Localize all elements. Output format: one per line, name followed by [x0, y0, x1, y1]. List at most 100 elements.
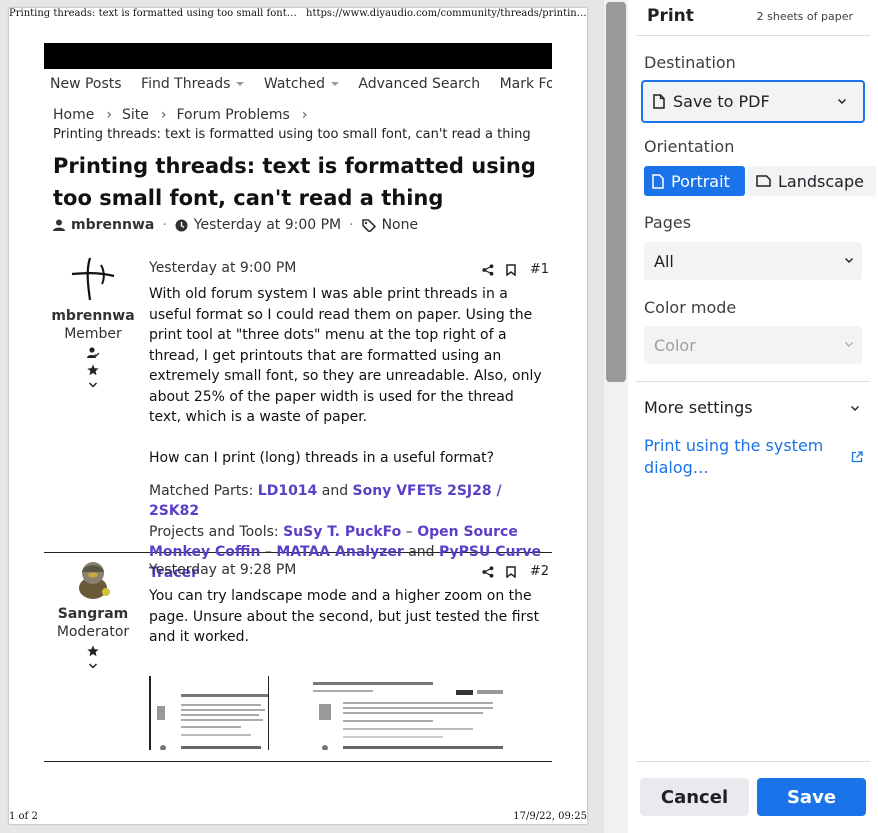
caret-down-icon [330, 82, 339, 86]
thumbnail-image [157, 694, 268, 750]
portrait-icon [652, 173, 664, 189]
chevron-right-icon: › [106, 107, 112, 123]
post-user-role: Member [64, 326, 122, 342]
post-number: #2 [529, 564, 549, 579]
star-icon [87, 645, 99, 657]
print-preview-area: Printing threads: text is formatted usin… [0, 0, 604, 833]
system-dialog-link[interactable]: Print using the system dialog… [644, 435, 844, 479]
breadcrumb-site: Site [121, 107, 149, 123]
print-header-url: https://www.diyaudio.com/community/threa… [306, 8, 587, 19]
pages-label: Pages [644, 213, 692, 232]
destination-label: Destination [644, 53, 736, 72]
nav-mark-forums-read: Mark Forums R [499, 76, 552, 92]
print-header-title: Printing threads: text is formatted usin… [9, 8, 299, 19]
nav-watched: Watched [264, 76, 339, 92]
open-in-new-icon[interactable] [851, 451, 863, 463]
chevron-down-icon [845, 342, 853, 347]
post-actions: #1 [470, 262, 549, 277]
file-icon [653, 94, 665, 109]
post-text: You can try landscape mode and a higher … [149, 588, 540, 645]
nav-find-threads: Find Threads [141, 76, 245, 92]
breadcrumb-home: Home [53, 107, 95, 123]
post-user-name: mbrennwa [51, 308, 135, 324]
sig-label: Projects and Tools: [149, 523, 279, 540]
user-icon [53, 219, 65, 231]
chevron-down-icon [838, 98, 846, 104]
nav-new-posts: New Posts [50, 76, 122, 92]
sig-label: Matched Parts: [149, 482, 254, 499]
post-number: #1 [529, 262, 549, 277]
orientation-toggle: Portrait Landscape [644, 166, 876, 196]
chevron-down-icon [851, 405, 859, 411]
chevron-right-icon: › [160, 107, 167, 123]
thread-title: Printing threads: text is formatted usin… [53, 154, 536, 210]
sig-link: SuSy T. PuckFo [283, 523, 402, 540]
user-check-icon [87, 347, 99, 358]
more-settings-label: More settings [644, 398, 753, 417]
save-button[interactable]: Save [757, 778, 866, 816]
sig-text: and [321, 482, 349, 499]
destination-select[interactable]: Save to PDF [641, 80, 865, 123]
sheet-count: 2 sheets of paper [756, 10, 853, 23]
tag-icon [361, 218, 376, 232]
post: Sangram Moderator Yesterday at 9:28 PM #… [44, 554, 552, 762]
caret-down-icon [236, 82, 245, 86]
meta-separator: · [162, 217, 167, 233]
sig-link: LD1014 [257, 482, 318, 499]
thread-author: mbrennwa [71, 217, 155, 233]
clock-icon [175, 219, 188, 231]
print-settings-panel: Print 2 sheets of paper Destination Save… [628, 0, 878, 833]
post-body: Yesterday at 9:00 PM #1 With old forum s… [149, 260, 549, 583]
color-mode-value: Color [654, 335, 696, 355]
color-mode-label: Color mode [644, 298, 737, 317]
preview-scrollbar[interactable] [604, 0, 628, 833]
divider [636, 35, 870, 36]
divider [636, 761, 870, 762]
landscape-label: Landscape [778, 171, 864, 191]
post-user-role: Moderator [56, 624, 130, 640]
scrollbar-thumb[interactable] [606, 2, 626, 382]
attachment-thumbnail [149, 676, 269, 750]
orientation-label: Orientation [644, 137, 735, 156]
print-title: Print [647, 6, 694, 26]
portrait-label: Portrait [671, 171, 730, 191]
attachment-thumbnail [313, 676, 503, 750]
post-text: With old forum system I was able print t… [149, 286, 542, 466]
post-user-column: Sangram Moderator [44, 554, 142, 670]
thumbnail-image [313, 682, 503, 750]
portrait-button[interactable]: Portrait [644, 166, 745, 196]
bookmark-icon [506, 263, 516, 276]
destination-value: Save to PDF [673, 92, 770, 111]
breadcrumb-current: Printing threads: text is formatted usin… [53, 127, 531, 142]
share-icon [482, 565, 494, 578]
bookmark-icon [506, 565, 516, 578]
post-body: Yesterday at 9:28 PM #2 You can try land… [149, 562, 549, 648]
avatar [79, 562, 110, 599]
meta-separator: · [349, 217, 354, 233]
chevron-down-icon [845, 258, 853, 263]
site-header-bar [44, 43, 552, 69]
pages-select[interactable]: All [644, 242, 862, 280]
chevron-down-icon [88, 382, 98, 388]
thread-tags: None [381, 217, 419, 233]
landscape-icon [756, 175, 771, 187]
divider [636, 381, 870, 382]
print-footer-date: 17/9/22, 09:25 [513, 811, 587, 822]
color-mode-select[interactable]: Color [644, 326, 862, 364]
star-icon [87, 364, 99, 376]
chevron-down-icon [88, 663, 98, 669]
pages-value: All [654, 251, 674, 271]
landscape-button[interactable]: Landscape [748, 166, 876, 196]
post-user-name: Sangram [57, 606, 129, 622]
post-user-column: mbrennwa Member [44, 252, 142, 389]
post: mbrennwa Member Yesterday at 9:00 PM #1 … [44, 252, 552, 581]
avatar [71, 257, 115, 301]
thread-time: Yesterday at 9:00 PM [193, 217, 342, 233]
breadcrumb: Home › Site › Forum Problems › [53, 107, 317, 123]
post-actions: #2 [470, 564, 549, 579]
site-nav: New Posts Find Threads Watched Advanced … [50, 76, 552, 96]
thread-meta: mbrennwa · Yesterday at 9:00 PM · None [53, 217, 418, 233]
more-settings-toggle[interactable]: More settings [644, 398, 862, 417]
cancel-button[interactable]: Cancel [640, 778, 749, 816]
preview-page: Printing threads: text is formatted usin… [9, 8, 587, 824]
